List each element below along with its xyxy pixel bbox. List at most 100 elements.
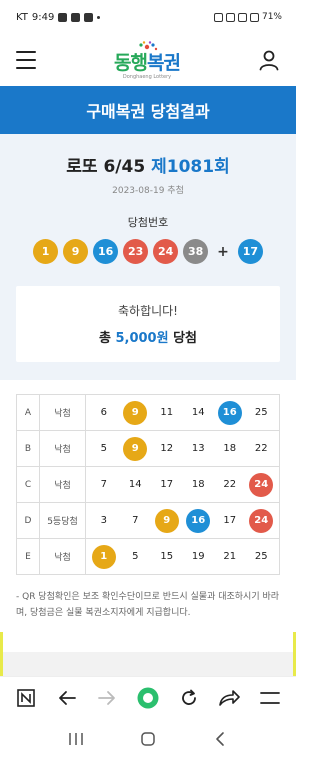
ticket-row: E 낙첨 1 5 15 19 21 25 [16, 538, 280, 575]
ticket-number: 17 [223, 515, 237, 526]
donghaeng-lottery-logo[interactable]: 동행복권 Donghaeng Lottery [114, 40, 181, 80]
ticket-number-matched: 9 [123, 400, 148, 425]
ticket-number: 22 [254, 443, 268, 454]
refresh-icon[interactable] [177, 686, 201, 710]
winning-numbers: 1 9 16 23 24 38 +17 [16, 239, 280, 264]
ticket-number-matched: 24 [249, 472, 274, 497]
ticket-line-label: B [16, 430, 40, 467]
ticket-number-matched: 9 [123, 436, 148, 461]
browser-toolbar [0, 676, 296, 718]
draw-result-section: 로또 6/45 제1081회 2023-08-19 추첨 당첨번호 1 9 16 23… [0, 134, 296, 380]
battery-level: 71% [261, 12, 282, 22]
share-icon[interactable] [217, 686, 241, 710]
carrier-label: KT [16, 11, 28, 23]
ticket-line-numbers: 7 14 17 18 22 24 [85, 466, 280, 503]
bonus-plus-sign: + [217, 243, 229, 260]
ticket-line-result: 낙첨 [39, 430, 86, 467]
prize-card: 축하합니다! 총 5,000원 당첨 [16, 286, 280, 362]
ticket-number: 7 [132, 515, 139, 526]
ticket-number: 12 [160, 443, 174, 454]
ticket-line-result: 낙첨 [39, 466, 86, 503]
bluetooth-icon [225, 12, 235, 22]
bonus-ball: 17 [237, 239, 263, 264]
ticket-line-result: 낙첨 [39, 538, 86, 575]
prize-total-suffix: 당첨 [173, 331, 198, 346]
ticket-number-matched: 16 [186, 508, 211, 533]
notification-icon-2 [71, 12, 81, 22]
ticket-number: 18 [223, 443, 237, 454]
ticket-line-result: 낙첨 [39, 394, 86, 431]
ticket-number: 18 [191, 479, 205, 490]
winning-ball: 1 [33, 239, 59, 264]
logo-text: 동행복권 [114, 51, 181, 74]
page-title: 구매복권 당첨결과 [0, 86, 296, 134]
congrats-message: 축하합니다! [117, 304, 178, 318]
ticket-section: A 낙첨 6 9 11 14 16 25 B 낙첨 5 9 12 13 18 22 C 낙첨 7 14 17 18 22 24… [0, 380, 296, 575]
more-notifications-icon [97, 15, 101, 19]
ticket-row: D 5등당첨 3 7 9 16 17 24 [16, 502, 280, 539]
winning-ball: 9 [63, 239, 89, 264]
winning-ball: 24 [153, 239, 179, 264]
winning-ball: 16 [93, 239, 119, 264]
winning-ball: 38 [183, 239, 209, 264]
prize-total-prefix: 총 [98, 331, 111, 346]
winning-numbers-label: 당첨번호 [127, 216, 169, 229]
ticket-number: 15 [160, 551, 174, 562]
ticket-number: 14 [128, 479, 142, 490]
ticket-line-label: A [16, 394, 40, 431]
draw-date: 2023-08-19 추첨 [112, 186, 184, 196]
prize-total: 총 5,000원 당첨 [99, 327, 197, 346]
ticket-number-matched: 9 [154, 508, 179, 533]
ticket-number: 13 [191, 443, 205, 454]
game-name: 로또 6/45 [66, 157, 146, 177]
system-back-icon[interactable] [208, 727, 232, 751]
ticket-number: 17 [160, 479, 174, 490]
ticket-number: 21 [223, 551, 237, 562]
ticket-number: 19 [191, 551, 205, 562]
logo-subtitle: Donghaeng Lottery [122, 73, 172, 80]
ticket-number-matched: 1 [91, 544, 116, 569]
wifi-icon [237, 12, 247, 22]
ticket-number: 11 [160, 407, 174, 418]
draw-title: 로또 6/45 제1081회 [16, 152, 280, 177]
ticket-number: 25 [254, 551, 268, 562]
status-right: 71% [213, 12, 282, 22]
alarm-icon [213, 12, 223, 22]
user-account-icon[interactable] [258, 49, 280, 71]
draw-round: 제1081회 [151, 157, 230, 177]
ticket-line-numbers: 6 9 11 14 16 25 [85, 394, 280, 431]
ticket-line-label: D [16, 502, 40, 539]
recent-apps-icon[interactable] [64, 727, 88, 751]
ticket-number: 7 [100, 479, 107, 490]
ticket-number: 25 [254, 407, 268, 418]
ticket-line-numbers: 5 9 12 13 18 22 [85, 430, 280, 467]
ticket-number: 3 [100, 515, 107, 526]
ticket-number: 5 [100, 443, 107, 454]
ticket-number-matched: 16 [217, 400, 242, 425]
system-navigation-bar [0, 718, 296, 760]
signal-icon [249, 12, 259, 22]
ticket-row: A 낙첨 6 9 11 14 16 25 [16, 394, 280, 431]
page: KT 9:49 71% 동행복권 Donghaeng Lottery 구매복권 … [0, 0, 296, 760]
prize-amount: 5,000원 [115, 331, 169, 346]
winning-ball: 23 [123, 239, 149, 264]
ticket-line-result: 5등당첨 [39, 502, 86, 539]
ticket-table: A 낙첨 6 9 11 14 16 25 B 낙첨 5 9 12 13 18 22 C 낙첨 7 14 17 18 22 24… [16, 394, 280, 575]
browser-menu-icon[interactable] [258, 686, 282, 710]
ticket-number: 5 [132, 551, 139, 562]
status-left: KT 9:49 [16, 11, 101, 23]
app-header: 동행복권 Donghaeng Lottery [0, 34, 296, 86]
ticket-number: 6 [100, 407, 107, 418]
ticket-row: C 낙첨 7 14 17 18 22 24 [16, 466, 280, 503]
home-icon[interactable] [136, 727, 160, 751]
back-arrow-icon[interactable] [55, 686, 79, 710]
naver-home-icon[interactable] [14, 686, 38, 710]
ticket-line-label: E [16, 538, 40, 575]
status-bar: KT 9:49 71% [0, 0, 296, 34]
green-dot-home-icon[interactable] [136, 686, 160, 710]
content-footer-strip [0, 652, 296, 676]
forward-arrow-icon[interactable] [95, 686, 119, 710]
ticket-number-matched: 24 [249, 508, 274, 533]
hamburger-menu-icon[interactable] [16, 51, 36, 69]
notice-text: - QR 당첨확인은 보조 확인수단이므로 반드시 실물과 대조하시기 바라며,… [16, 592, 280, 618]
